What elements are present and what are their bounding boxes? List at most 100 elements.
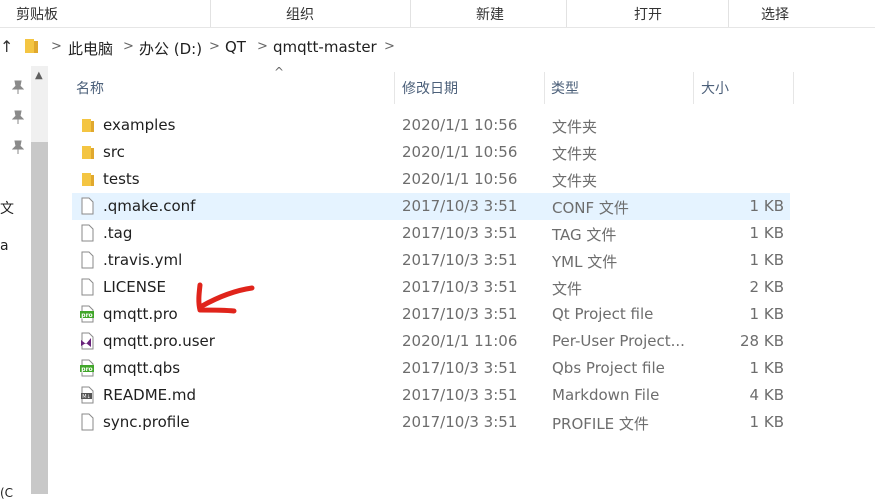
pin-icon[interactable] [12,110,24,124]
file-type: 文件 [552,280,583,298]
column-header-name[interactable]: 名称 [76,78,104,98]
file-date: 2017/10/3 3:51 [402,278,518,296]
qt-pro-icon: pro [80,305,94,323]
file-row[interactable]: qmqtt.pro.user 2020/1/1 11:06 Per-User P… [72,328,790,355]
ribbon-group-open[interactable]: 打开 [634,4,662,24]
breadcrumb-chevron-icon[interactable]: > [257,39,268,54]
file-date: 2017/10/3 3:51 [402,224,518,242]
nav-item-label[interactable]: (C [0,486,13,500]
file-date: 2020/1/1 11:06 [402,332,518,350]
file-size: 1 KB [749,305,784,323]
breadcrumb-qmqtt-master[interactable]: qmqtt-master [273,38,377,56]
file-row[interactable]: .tag 2017/10/3 3:51 TAG 文件 1 KB [72,220,790,247]
file-type: CONF 文件 [552,199,629,217]
annotation-arrow-icon [196,282,255,314]
file-date: 2020/1/1 10:56 [402,170,518,188]
file-type: Markdown File [552,386,660,404]
column-header-row: ^ 名称 修改日期 类型 大小 [48,65,875,106]
file-name: sync.profile [103,413,190,431]
svg-text:pro: pro [81,312,92,319]
file-date: 2017/10/3 3:51 [402,305,518,323]
file-date: 2017/10/3 3:51 [402,413,518,431]
file-type: PROFILE 文件 [552,415,649,433]
file-date: 2017/10/3 3:51 [402,359,518,377]
ribbon-group-clipboard[interactable]: 剪贴板 [16,4,58,24]
markdown-icon: M↓ [81,386,94,404]
file-type: Per-User Project... [552,332,685,350]
column-divider[interactable] [394,72,395,104]
file-size: 1 KB [749,197,784,215]
svg-text:M↓: M↓ [82,394,91,400]
qt-pro-icon: pro [80,359,94,377]
file-row[interactable]: pro qmqtt.qbs 2017/10/3 3:51 Qbs Project… [72,355,790,382]
file-name: qmqtt.pro [103,305,178,323]
breadcrumb-chevron-icon[interactable]: > [51,39,62,54]
file-name: .tag [103,224,133,242]
column-divider[interactable] [544,72,545,104]
file-row[interactable]: src 2020/1/1 10:56 文件夹 [72,139,790,166]
ribbon-bar: 剪贴板 组织 新建 打开 选择 [0,0,875,28]
column-divider[interactable] [793,72,794,104]
file-size: 1 KB [749,413,784,431]
file-type: TAG 文件 [552,226,617,244]
file-name: src [103,143,125,161]
nav-item-label[interactable]: a [0,238,9,254]
file-date: 2017/10/3 3:51 [402,197,518,215]
file-name: tests [103,170,140,188]
ribbon-group-organize[interactable]: 组织 [286,4,314,24]
navigation-pane: ▲ 文 a (C [0,66,48,500]
file-row[interactable]: sync.profile 2017/10/3 3:51 PROFILE 文件 1… [72,409,790,436]
ribbon-divider [210,0,211,27]
file-row[interactable]: .travis.yml 2017/10/3 3:51 YML 文件 1 KB [72,247,790,274]
file-date: 2017/10/3 3:51 [402,386,518,404]
file-date: 2020/1/1 10:56 [402,143,518,161]
column-divider[interactable] [693,72,694,104]
column-header-size[interactable]: 大小 [701,78,729,98]
file-row[interactable]: LICENSE 2017/10/3 3:51 文件 2 KB [72,274,790,301]
address-bar[interactable]: ↑ > 此电脑 > 办公 (D:) > QT > qmqtt-master > [0,28,875,66]
nav-item-label[interactable]: 文 [0,198,14,218]
ribbon-group-select[interactable]: 选择 [761,4,789,24]
pin-icon[interactable] [12,140,24,154]
file-name: .qmake.conf [103,197,196,215]
breadcrumb-drive-d[interactable]: 办公 (D:) [139,38,202,59]
breadcrumb-qt[interactable]: QT [225,38,246,56]
file-size: 4 KB [749,386,784,404]
folder-icon [82,173,94,186]
file-size: 1 KB [749,251,784,269]
file-type: Qt Project file [552,305,654,323]
file-row[interactable]: examples 2020/1/1 10:56 文件夹 [72,112,790,139]
file-date: 2017/10/3 3:51 [402,251,518,269]
folder-icon [25,39,38,53]
up-arrow-icon[interactable]: ↑ [0,37,13,56]
column-header-type[interactable]: 类型 [551,78,579,98]
file-size: 1 KB [749,224,784,242]
pin-icon[interactable] [12,80,24,94]
file-name: .travis.yml [103,251,183,269]
file-row[interactable]: pro qmqtt.pro 2017/10/3 3:51 Qt Project … [72,301,790,328]
breadcrumb-this-pc[interactable]: 此电脑 [68,38,113,59]
file-row[interactable]: M↓ README.md 2017/10/3 3:51 Markdown Fil… [72,382,790,409]
file-type: 文件夹 [552,145,598,163]
breadcrumb-chevron-icon[interactable]: > [123,39,134,54]
sort-ascending-icon: ^ [274,65,285,79]
scroll-up-icon[interactable]: ▲ [35,70,43,81]
nav-scrollbar-thumb[interactable] [31,142,48,494]
ribbon-group-new[interactable]: 新建 [476,4,504,24]
column-header-date[interactable]: 修改日期 [402,78,458,98]
file-icon [81,251,94,269]
folder-icon [82,146,94,159]
file-icon [81,278,94,296]
file-row[interactable]: .qmake.conf 2017/10/3 3:51 CONF 文件 1 KB [72,193,790,220]
svg-text:pro: pro [81,366,92,373]
breadcrumb-chevron-icon[interactable]: > [209,39,220,54]
file-name: README.md [103,386,197,404]
file-name: qmqtt.qbs [103,359,181,377]
file-size: 2 KB [749,278,784,296]
file-type: 文件夹 [552,118,598,136]
file-type: Qbs Project file [552,359,665,377]
file-name: LICENSE [103,278,166,296]
file-icon [81,224,94,242]
file-row[interactable]: tests 2020/1/1 10:56 文件夹 [72,166,790,193]
breadcrumb-chevron-icon[interactable]: > [384,39,395,54]
